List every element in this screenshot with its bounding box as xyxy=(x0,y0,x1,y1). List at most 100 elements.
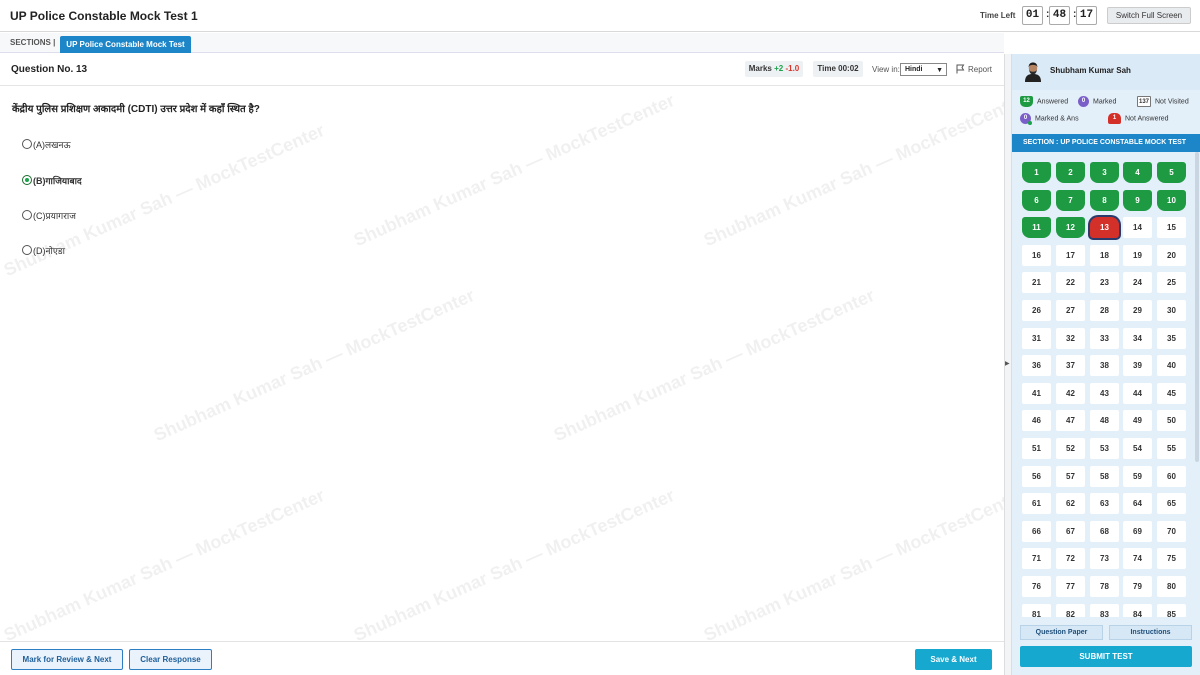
question-palette-button[interactable]: 78 xyxy=(1090,576,1119,597)
question-palette-button[interactable]: 43 xyxy=(1090,382,1119,404)
option-b[interactable]: (B)गाजियाबाद xyxy=(22,175,82,189)
question-palette-button[interactable]: 69 xyxy=(1123,520,1152,542)
question-palette-button[interactable]: 13 xyxy=(1090,217,1119,239)
option-c[interactable]: (C)प्रयागराज xyxy=(22,210,76,224)
question-palette-button[interactable]: 2 xyxy=(1056,162,1085,183)
radio-option-c[interactable] xyxy=(22,210,32,220)
question-palette-button[interactable]: 33 xyxy=(1090,327,1119,349)
question-palette-button[interactable]: 81 xyxy=(1022,603,1051,617)
question-palette-button[interactable]: 40 xyxy=(1157,355,1186,377)
radio-option-a[interactable] xyxy=(22,139,32,149)
question-palette-button[interactable]: 65 xyxy=(1157,493,1186,515)
question-palette-button[interactable]: 54 xyxy=(1123,438,1152,459)
question-palette-button[interactable]: 4 xyxy=(1123,162,1152,183)
question-palette-button[interactable]: 5 xyxy=(1157,162,1186,183)
question-palette-button[interactable]: 73 xyxy=(1090,548,1119,570)
tab-section-active[interactable]: UP Police Constable Mock Test xyxy=(60,36,191,53)
question-palette-button[interactable]: 24 xyxy=(1123,272,1152,294)
question-palette-button[interactable]: 9 xyxy=(1123,189,1152,211)
question-palette-button[interactable]: 85 xyxy=(1157,603,1186,617)
question-palette-button[interactable]: 46 xyxy=(1022,410,1051,432)
question-palette-button[interactable]: 82 xyxy=(1056,603,1085,617)
question-palette-button[interactable]: 16 xyxy=(1022,244,1051,266)
question-palette-button[interactable]: 23 xyxy=(1090,272,1119,294)
question-palette-button[interactable]: 1 xyxy=(1022,162,1051,183)
question-palette-button[interactable]: 77 xyxy=(1056,576,1085,597)
question-palette-button[interactable]: 44 xyxy=(1123,382,1152,404)
collapse-panel-icon[interactable]: ▶ xyxy=(1005,360,1010,367)
question-palette-button[interactable]: 22 xyxy=(1056,272,1085,294)
question-palette-button[interactable]: 66 xyxy=(1022,520,1051,542)
mark-review-next-button[interactable]: Mark for Review & Next xyxy=(11,649,123,670)
question-palette-button[interactable]: 20 xyxy=(1157,244,1186,266)
question-paper-button[interactable]: Question Paper xyxy=(1020,625,1103,640)
question-palette-button[interactable]: 62 xyxy=(1056,493,1085,515)
question-palette-button[interactable]: 57 xyxy=(1056,465,1085,487)
report-button[interactable]: Report xyxy=(956,64,992,74)
question-palette-button[interactable]: 14 xyxy=(1123,217,1152,239)
question-palette-button[interactable]: 58 xyxy=(1090,465,1119,487)
question-palette-button[interactable]: 25 xyxy=(1157,272,1186,294)
question-palette-button[interactable]: 38 xyxy=(1090,355,1119,377)
question-palette-button[interactable]: 21 xyxy=(1022,272,1051,294)
question-palette-button[interactable]: 53 xyxy=(1090,438,1119,459)
question-palette-button[interactable]: 61 xyxy=(1022,493,1051,515)
question-palette-button[interactable]: 52 xyxy=(1056,438,1085,459)
question-palette-button[interactable]: 27 xyxy=(1056,300,1085,321)
question-palette-button[interactable]: 36 xyxy=(1022,355,1051,377)
question-palette-button[interactable]: 30 xyxy=(1157,300,1186,321)
question-palette-button[interactable]: 6 xyxy=(1022,189,1051,211)
question-palette-button[interactable]: 74 xyxy=(1123,548,1152,570)
question-palette-button[interactable]: 55 xyxy=(1157,438,1186,459)
question-palette-button[interactable]: 75 xyxy=(1157,548,1186,570)
question-palette-button[interactable]: 68 xyxy=(1090,520,1119,542)
question-palette-button[interactable]: 11 xyxy=(1022,217,1051,239)
question-palette-button[interactable]: 31 xyxy=(1022,327,1051,349)
radio-option-b[interactable] xyxy=(22,175,32,185)
submit-test-button[interactable]: SUBMIT TEST xyxy=(1020,646,1192,667)
palette-scrollbar[interactable] xyxy=(1195,152,1199,462)
question-palette-button[interactable]: 59 xyxy=(1123,465,1152,487)
question-palette-button[interactable]: 35 xyxy=(1157,327,1186,349)
question-palette-button[interactable]: 56 xyxy=(1022,465,1051,487)
question-palette-button[interactable]: 29 xyxy=(1123,300,1152,321)
question-palette-button[interactable]: 26 xyxy=(1022,300,1051,321)
question-palette-button[interactable]: 76 xyxy=(1022,576,1051,597)
question-palette-button[interactable]: 64 xyxy=(1123,493,1152,515)
option-a[interactable]: (A)लखनऊ xyxy=(22,139,71,153)
option-d[interactable]: (D)नोएडा xyxy=(22,245,65,259)
question-palette-button[interactable]: 12 xyxy=(1056,217,1085,239)
question-palette-button[interactable]: 48 xyxy=(1090,410,1119,432)
question-palette-button[interactable]: 50 xyxy=(1157,410,1186,432)
question-palette-button[interactable]: 51 xyxy=(1022,438,1051,459)
question-palette-button[interactable]: 84 xyxy=(1123,603,1152,617)
question-palette-button[interactable]: 42 xyxy=(1056,382,1085,404)
language-select[interactable]: Hindi ▼ xyxy=(900,63,947,76)
question-palette-button[interactable]: 80 xyxy=(1157,576,1186,597)
question-palette-button[interactable]: 18 xyxy=(1090,244,1119,266)
question-palette-button[interactable]: 47 xyxy=(1056,410,1085,432)
question-palette-button[interactable]: 37 xyxy=(1056,355,1085,377)
switch-fullscreen-button[interactable]: Switch Full Screen xyxy=(1107,7,1191,24)
question-palette-button[interactable]: 79 xyxy=(1123,576,1152,597)
question-palette-button[interactable]: 49 xyxy=(1123,410,1152,432)
question-palette-button[interactable]: 41 xyxy=(1022,382,1051,404)
question-palette-button[interactable]: 19 xyxy=(1123,244,1152,266)
question-palette-button[interactable]: 7 xyxy=(1056,189,1085,211)
question-palette-button[interactable]: 10 xyxy=(1157,189,1186,211)
question-palette-button[interactable]: 34 xyxy=(1123,327,1152,349)
instructions-button[interactable]: Instructions xyxy=(1109,625,1192,640)
question-palette-button[interactable]: 3 xyxy=(1090,162,1119,183)
clear-response-button[interactable]: Clear Response xyxy=(129,649,212,670)
question-palette-button[interactable]: 45 xyxy=(1157,382,1186,404)
question-palette-button[interactable]: 17 xyxy=(1056,244,1085,266)
radio-option-d[interactable] xyxy=(22,245,32,255)
question-palette-button[interactable]: 67 xyxy=(1056,520,1085,542)
question-palette-button[interactable]: 60 xyxy=(1157,465,1186,487)
question-palette-button[interactable]: 72 xyxy=(1056,548,1085,570)
question-palette-button[interactable]: 83 xyxy=(1090,603,1119,617)
question-palette-button[interactable]: 15 xyxy=(1157,217,1186,239)
question-palette-button[interactable]: 8 xyxy=(1090,189,1119,211)
save-next-button[interactable]: Save & Next xyxy=(915,649,992,670)
question-palette-button[interactable]: 71 xyxy=(1022,548,1051,570)
